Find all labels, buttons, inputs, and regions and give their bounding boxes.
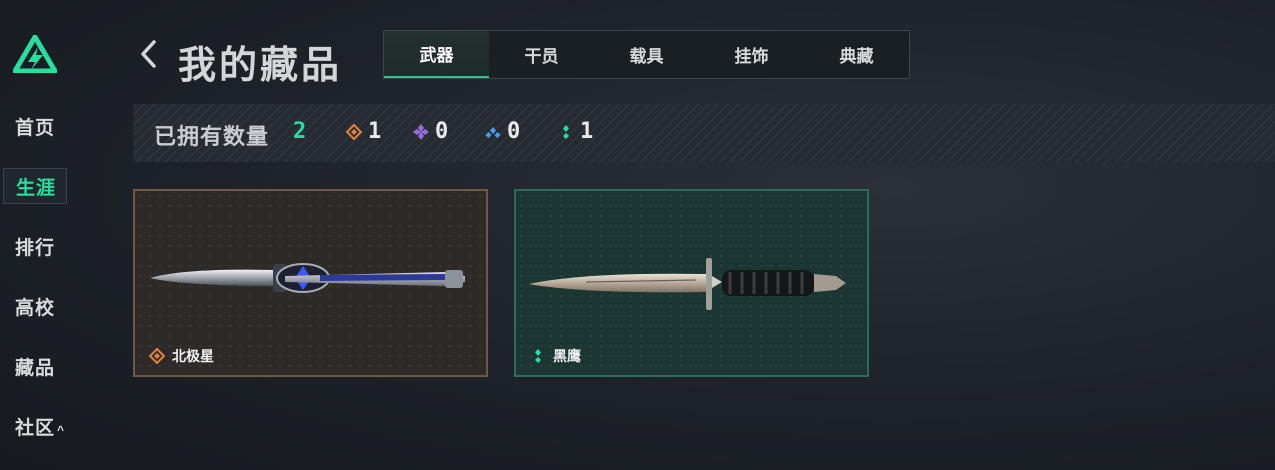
owned-label: 已拥有数量 xyxy=(154,124,270,149)
tab-vehicles[interactable]: 载具 xyxy=(594,31,699,78)
nav-item-community[interactable]: 社区 ^ xyxy=(15,413,65,440)
card-title: 北极星 xyxy=(149,346,214,366)
purple-diamond-icon xyxy=(413,123,429,140)
nav-item-home[interactable]: 首页 xyxy=(15,113,55,140)
tab-weapons[interactable]: 武器 xyxy=(384,31,489,78)
tab-collectibles[interactable]: 典藏 xyxy=(804,31,909,78)
nav-item-career[interactable]: 生涯 xyxy=(3,168,68,204)
rarity-count: 0 xyxy=(435,119,449,144)
blue-diamond-icon xyxy=(485,126,501,138)
rarity-count: 1 xyxy=(580,119,594,144)
rarity-count: 0 xyxy=(507,119,521,144)
page-title: 我的藏品 xyxy=(178,45,343,87)
rarity-stat-green: 1 xyxy=(558,119,593,144)
card-title: 黑鹰 xyxy=(530,346,581,366)
card-name-label: 北极星 xyxy=(172,348,214,364)
orange-diamond-icon xyxy=(149,348,165,364)
nav-item-collection[interactable]: 藏品 xyxy=(15,353,55,380)
category-tabs: 武器 干员 载具 挂饰 典藏 xyxy=(383,30,910,79)
caret-up-icon: ^ xyxy=(57,423,66,437)
weapon-card-black-hawk[interactable]: 黑鹰 xyxy=(514,189,869,377)
weapon-card-polaris[interactable]: 北极星 xyxy=(133,189,488,377)
tab-operators[interactable]: 干员 xyxy=(489,31,594,78)
rarity-stat-orange: 1 xyxy=(346,119,381,144)
green-dots-icon xyxy=(535,349,541,363)
nav-item-ranking[interactable]: 排行 xyxy=(15,233,55,260)
rarity-count: 1 xyxy=(368,119,382,144)
sidebar: 首页 生涯 排行 高校 藏品 社区 ^ xyxy=(0,0,80,470)
nav-item-university[interactable]: 高校 xyxy=(15,293,55,320)
combat-knife-image xyxy=(529,258,846,310)
card-name-label: 黑鹰 xyxy=(553,348,581,364)
nav-item-community-label: 社区 xyxy=(15,418,56,439)
tab-charms[interactable]: 挂饰 xyxy=(699,31,804,78)
green-dots-icon xyxy=(563,124,569,139)
rarity-stat-blue: 0 xyxy=(485,119,520,144)
rarity-stat-purple: 0 xyxy=(413,119,448,144)
owned-stats-bar: 已拥有数量 2 1 0 0 1 xyxy=(133,104,1275,162)
orange-diamond-icon xyxy=(346,123,362,140)
logo-icon[interactable] xyxy=(13,35,57,73)
dagger-image xyxy=(150,263,465,293)
back-chevron-icon[interactable] xyxy=(138,38,160,70)
owned-total: 2 xyxy=(293,119,307,144)
